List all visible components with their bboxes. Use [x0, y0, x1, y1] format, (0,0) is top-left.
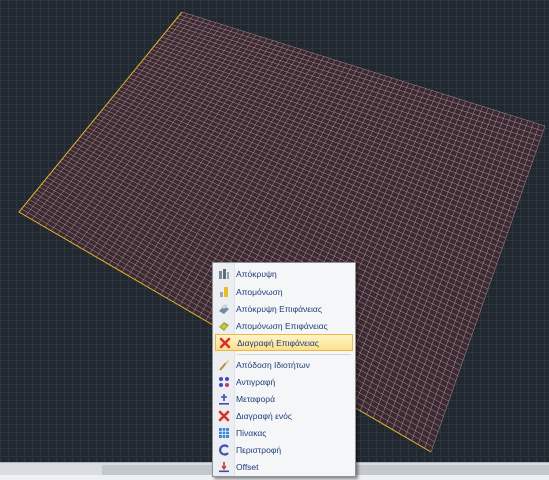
menu-item-copy[interactable]: Αντιγραφή	[215, 373, 353, 390]
delete-surface-icon	[218, 336, 232, 350]
isolate-icon	[217, 285, 231, 299]
hide-icon	[217, 267, 231, 281]
menu-item-hide-surface[interactable]: Απόκρυψη Επιφάνειας	[215, 300, 353, 317]
menu-item-hide[interactable]: Απόκρυψη	[215, 265, 353, 282]
rotate-icon	[217, 443, 231, 457]
menu-item-isolate[interactable]: Απομόνωση	[215, 283, 353, 300]
menu-item-label: Μεταφορά	[236, 393, 276, 404]
delete-one-icon	[217, 409, 231, 423]
match-properties-icon	[217, 358, 231, 372]
menu-item-move[interactable]: Μεταφορά	[215, 390, 353, 407]
isolate-surface-icon	[217, 319, 231, 333]
menu-item-label: Αντιγραφή	[236, 376, 276, 387]
hide-surface-icon	[217, 302, 231, 316]
menu-item-offset[interactable]: Offset	[215, 458, 353, 475]
menu-item-label: Απόκρυψη	[236, 268, 277, 279]
menu-item-array[interactable]: Πίνακας	[215, 424, 353, 441]
menu-item-label: Περιστροφή	[236, 444, 282, 455]
menu-item-label: Διαγραφή ενός	[236, 410, 292, 421]
array-icon	[217, 426, 231, 440]
menu-item-label: Απομόνωση Επιφάνειας	[236, 320, 328, 331]
copy-icon	[217, 375, 231, 389]
menu-item-rotate[interactable]: Περιστροφή	[215, 441, 353, 458]
offset-icon	[217, 460, 231, 474]
menu-item-isolate-surface[interactable]: Απομόνωση Επιφάνειας	[215, 317, 353, 334]
menu-item-label: Απόκρυψη Επιφάνειας	[236, 303, 322, 314]
context-menu: Απόκρυψη Απομόνωση Απόκρυψη Επιφάνειας Α…	[212, 262, 356, 477]
menu-separator	[237, 354, 351, 355]
menu-item-delete-surface[interactable]: Διαγραφή Επιφάνειας	[215, 334, 353, 351]
menu-item-label: Απόδοση Ιδιοτήτων	[236, 359, 310, 370]
menu-item-delete-one[interactable]: Διαγραφή ενός	[215, 407, 353, 424]
menu-item-match-properties[interactable]: Απόδοση Ιδιοτήτων	[215, 356, 353, 373]
menu-item-label: Απομόνωση	[236, 286, 283, 297]
menu-item-label: Offset	[236, 461, 259, 472]
menu-item-label: Διαγραφή Επιφάνειας	[237, 337, 319, 348]
move-icon	[217, 392, 231, 406]
menu-item-label: Πίνακας	[236, 427, 267, 438]
